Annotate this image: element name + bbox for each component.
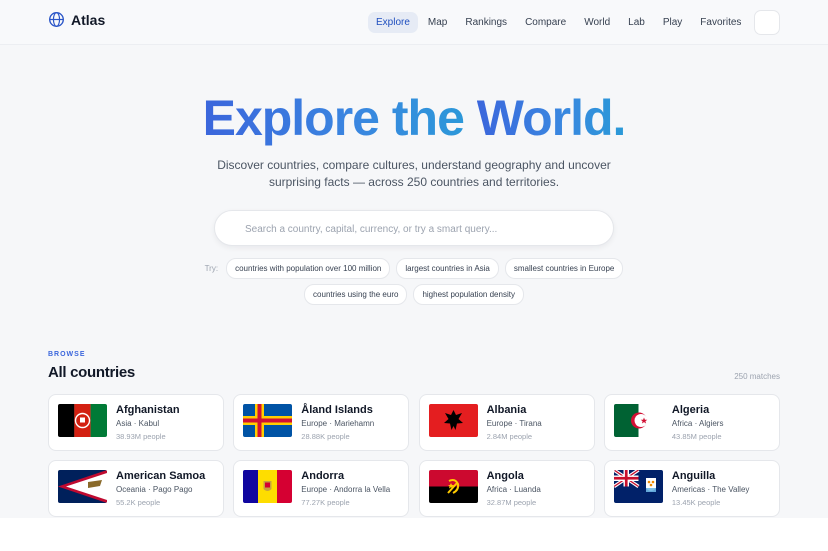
country-card-anguilla[interactable]: Anguilla Americas · The Valley 13.45K pe…	[603, 460, 780, 517]
country-region: Europe · Tirana	[486, 419, 542, 428]
country-population: 32.87M people	[486, 498, 537, 507]
suggestion-chip[interactable]: smallest countries in Europe	[504, 258, 624, 279]
country-region: Africa · Luanda	[486, 485, 541, 494]
country-name: Anguilla	[671, 470, 716, 482]
country-region: Asia · Kabul	[116, 419, 160, 428]
country-region: Americas · The Valley	[671, 485, 750, 494]
nav-explore[interactable]: Explore	[368, 12, 418, 33]
country-card-american-samoa[interactable]: American Samoa Oceania · Pago Pago 55.2K…	[48, 460, 224, 517]
country-info: Angola Africa · Luanda 32.87M people	[487, 470, 541, 507]
browse-eyebrow: BROWSE	[48, 351, 86, 358]
match-count: 250 matches	[734, 372, 780, 381]
country-card-albania[interactable]: Albania Europe · Tirana 2.84M people	[418, 394, 595, 451]
nav-rankings[interactable]: Rankings	[457, 12, 515, 33]
country-region: Oceania · Pago Pago	[116, 485, 193, 494]
country-population: 38.93M people	[116, 432, 166, 441]
hero-title-part1: Explore the	[202, 90, 477, 146]
search-input[interactable]	[245, 220, 595, 238]
algeria-flag-icon	[613, 404, 663, 437]
country-name: Algeria	[671, 404, 710, 416]
hero-title-part2: World.	[476, 90, 627, 146]
country-population: 13.45K people	[671, 498, 721, 507]
suggestion-chip[interactable]: countries with population over 100 milli…	[226, 258, 391, 279]
nav-world[interactable]: World	[576, 12, 618, 33]
search-bar	[214, 210, 614, 246]
theme-toggle-button[interactable]	[754, 10, 780, 35]
try-label: Try:	[204, 264, 219, 273]
suggestion-row-2: countries using the euro highest populat…	[0, 284, 828, 305]
globe-icon	[49, 12, 64, 27]
country-region: Africa · Algiers	[671, 419, 724, 428]
top-navigation-bar: Atlas Explore Map Rankings Compare World…	[0, 0, 828, 45]
albania-flag-icon	[428, 404, 478, 437]
browse-title: All countries	[48, 364, 135, 381]
nav-compare[interactable]: Compare	[517, 12, 574, 33]
country-population: 55.2K people	[116, 498, 161, 507]
country-info: Algeria Africa · Algiers 43.85M people	[672, 404, 724, 441]
afghanistan-flag-icon	[58, 404, 107, 437]
suggestion-row-1: Try: countries with population over 100 …	[0, 258, 828, 279]
country-card-aland-islands[interactable]: Åland Islands Europe · Mariehamn 28.88K …	[233, 394, 410, 451]
country-info: Albania Europe · Tirana 2.84M people	[487, 404, 542, 441]
anguilla-flag-icon	[613, 470, 663, 503]
hero-subtitle: Discover countries, compare cultures, un…	[217, 158, 611, 189]
nav-play[interactable]: Play	[655, 12, 690, 33]
country-card-afghanistan[interactable]: Afghanistan Asia · Kabul 38.93M people	[48, 394, 224, 451]
country-population: 28.88K people	[301, 432, 350, 441]
brand-logo-link[interactable]: Atlas	[48, 11, 105, 28]
nav-map[interactable]: Map	[420, 12, 455, 33]
nav-lab[interactable]: Lab	[620, 12, 653, 33]
country-name: American Samoa	[116, 470, 206, 482]
suggestion-chip[interactable]: largest countries in Asia	[396, 258, 499, 279]
andorra-flag-icon	[243, 470, 293, 503]
country-info: Andorra Europe · Andorra la Vella 77.27K…	[301, 470, 390, 507]
brand-name: Atlas	[71, 11, 106, 28]
country-info: Åland Islands Europe · Mariehamn 28.88K …	[301, 404, 374, 441]
country-name: Andorra	[301, 470, 345, 482]
country-info: Anguilla Americas · The Valley 13.45K pe…	[672, 470, 750, 507]
suggestion-chip[interactable]: highest population density	[413, 284, 524, 305]
country-info: Afghanistan Asia · Kabul 38.93M people	[116, 404, 180, 441]
country-population: 2.84M people	[486, 432, 533, 441]
country-region: Europe · Mariehamn	[301, 419, 375, 428]
country-card-algeria[interactable]: Algeria Africa · Algiers 43.85M people	[603, 394, 780, 451]
page: Atlas Explore Map Rankings Compare World…	[0, 0, 828, 518]
country-grid: Afghanistan Asia · Kabul 38.93M people Å…	[48, 394, 780, 517]
country-name: Albania	[486, 404, 527, 416]
aland-islands-flag-icon	[243, 404, 293, 437]
main-nav: Explore Map Rankings Compare World Lab P…	[368, 12, 751, 33]
country-name: Angola	[486, 470, 524, 482]
country-info: American Samoa Oceania · Pago Pago 55.2K…	[116, 470, 205, 507]
angola-flag-icon	[428, 470, 478, 503]
hero-title: Explore the World.	[0, 88, 828, 148]
country-population: 43.85M people	[671, 432, 722, 441]
american-samoa-flag-icon	[58, 470, 107, 503]
country-card-angola[interactable]: Angola Africa · Luanda 32.87M people	[418, 460, 595, 517]
country-region: Europe · Andorra la Vella	[301, 485, 391, 494]
suggestion-chip[interactable]: countries using the euro	[304, 284, 408, 305]
country-name: Åland Islands	[301, 404, 373, 416]
country-population: 77.27K people	[301, 498, 350, 507]
nav-favorites[interactable]: Favorites	[692, 12, 749, 33]
country-name: Afghanistan	[116, 404, 180, 416]
country-card-andorra[interactable]: Andorra Europe · Andorra la Vella 77.27K…	[233, 460, 410, 517]
